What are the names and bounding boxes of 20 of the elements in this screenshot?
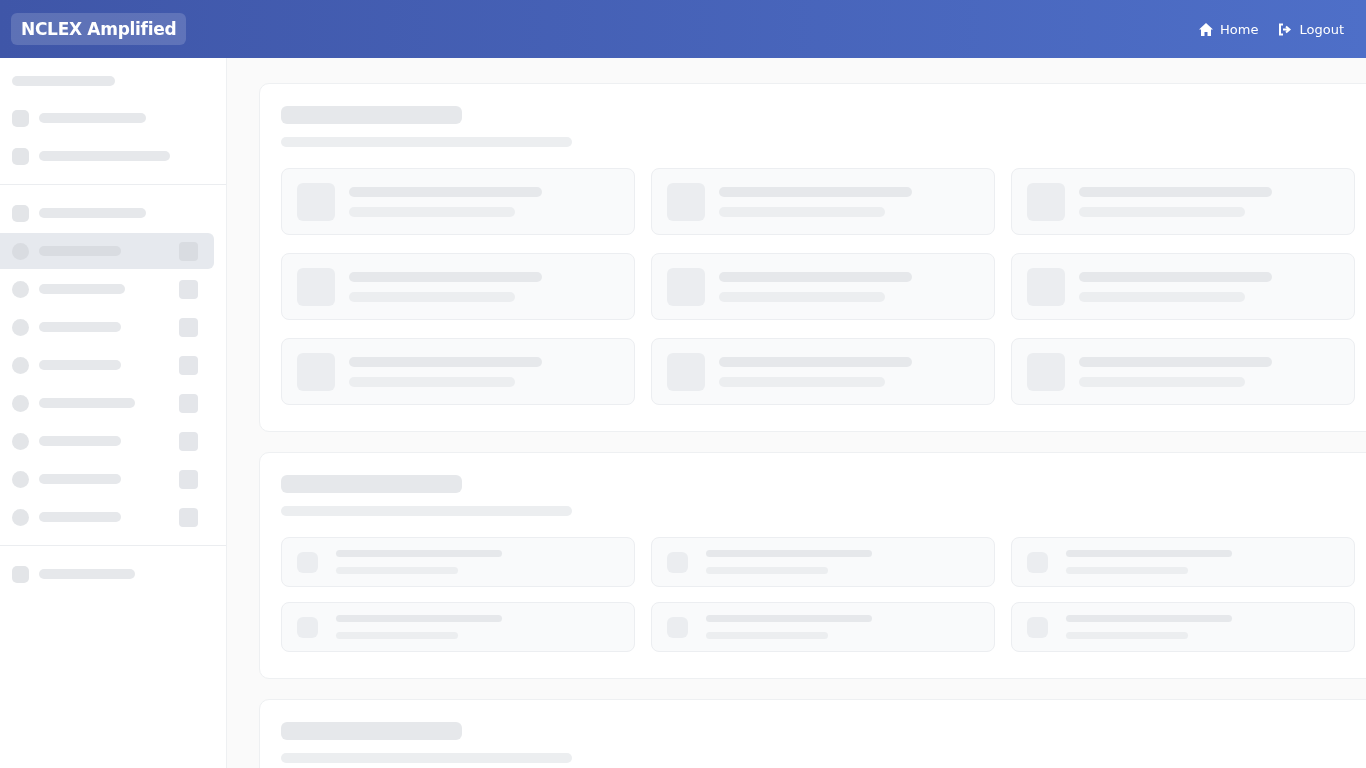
placeholder-dot [12,470,29,488]
home-icon [1199,22,1214,36]
placeholder-dot [12,508,29,526]
nav-link[interactable]: Logout [1278,21,1344,37]
logout-icon [1278,22,1293,36]
brand-logo[interactable]: NCLEX Amplified [11,13,187,45]
placeholder-dot [12,280,29,298]
placeholder-dot [12,318,29,336]
placeholder-badge [179,279,198,299]
placeholder-badge [179,431,198,451]
sidebar-item[interactable] [0,233,214,269]
nav-link[interactable]: Home [1199,21,1259,37]
placeholder-badge [179,507,198,527]
placeholder-badge [179,355,198,375]
placeholder-badge [179,393,198,413]
placeholder-badge [179,469,198,489]
placeholder-dot [12,356,29,374]
placeholder-dot [12,394,29,412]
placeholder-badge [179,317,198,337]
placeholder-dot [12,432,29,450]
